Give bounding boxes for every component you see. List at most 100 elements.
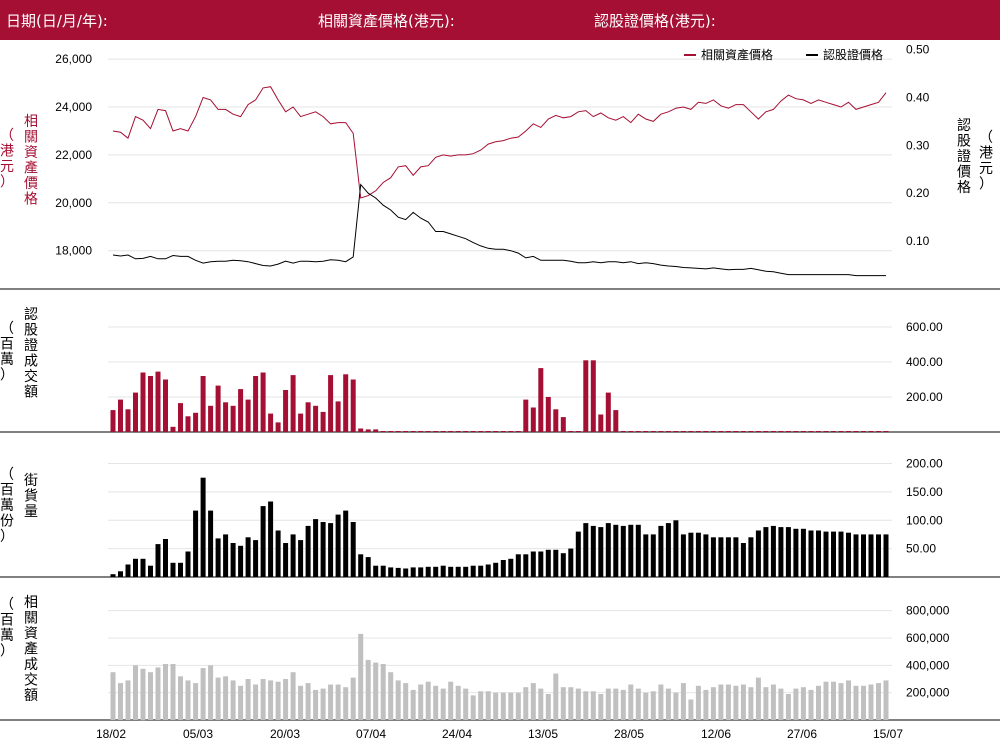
outstanding-bar (650, 534, 656, 577)
bar-tick-label: 200.00 (906, 457, 943, 471)
asset-turnover-bar (583, 691, 589, 720)
asset-turnover-bar (530, 683, 536, 720)
asset-turnover-bar (658, 684, 664, 720)
asset-turnover-bar (268, 680, 274, 720)
warrant-turnover-bar (350, 379, 356, 432)
outstanding-bar (523, 554, 529, 577)
warrant-turnover-bar (148, 376, 153, 432)
outstanding-bar (163, 539, 168, 577)
asset-turnover-bar (403, 683, 409, 720)
outstanding-bar (808, 530, 814, 577)
warrant-turnover-bar (748, 431, 754, 432)
outstanding-bar (620, 525, 626, 577)
outstanding-bar (590, 525, 596, 577)
bar-tick-label: 100.00 (906, 513, 943, 527)
outstanding-bar (425, 566, 431, 577)
x-tick-label: 24/04 (442, 727, 472, 741)
outstanding-bar (508, 558, 514, 577)
outstanding-bar (268, 501, 274, 577)
warrant-turnover-bar (733, 431, 739, 432)
outstanding-bar (388, 567, 394, 577)
x-tick-label: 07/04 (356, 727, 386, 741)
outstanding-bar (335, 514, 341, 577)
asset-turnover-bar (876, 683, 881, 720)
asset-turnover-bar (831, 681, 836, 720)
outstanding-bar (605, 523, 611, 577)
asset-turnover-bar (733, 685, 739, 720)
warrant-turnover-bar (785, 431, 791, 432)
info-header: 日期(日/月/年): 相關資產價格(港元): 認股證價格(港元): (0, 0, 1000, 40)
outstanding-bar (883, 534, 889, 577)
asset-turnover-bar (148, 672, 153, 720)
outstanding-bar (733, 537, 739, 577)
warrant-turnover-bar (770, 431, 776, 432)
warrant-turnover-bar (208, 405, 214, 433)
warrant-turnover-bar (118, 399, 123, 432)
date-label: 日期(日/月/年): (6, 12, 108, 30)
asset-turnover-bar (628, 684, 634, 720)
outstanding-bar (298, 540, 304, 577)
outstanding-bar (200, 477, 206, 577)
warrant-turnover-bar (613, 410, 619, 432)
bar-axis-unit: （百萬份） (0, 467, 14, 545)
asset-turnover-bar (185, 680, 191, 720)
asset-turnover-bar (861, 685, 866, 720)
asset-turnover-bar (500, 692, 506, 720)
x-tick-label: 15/07 (873, 727, 903, 741)
asset-turnover-bar (433, 685, 439, 720)
outstanding-bar (793, 528, 799, 577)
asset-turnover-bar (260, 679, 266, 720)
outstanding-bar (208, 510, 214, 577)
warrant-turnover-bar (388, 431, 394, 432)
asset-turnover-bar (665, 688, 671, 720)
asset-turnover-bar (200, 668, 206, 720)
outstanding-bar (868, 534, 874, 577)
warrant-turnover-bar (358, 428, 364, 432)
asset-turnover-bar (703, 689, 709, 720)
asset-turnover-bar (395, 680, 401, 720)
outstanding-bar (328, 523, 334, 577)
warrant-turnover-bar (643, 431, 649, 432)
warrant-turnover-bar (575, 431, 581, 432)
warrant-turnover-bar (703, 431, 709, 432)
right-axis-title: 認股證價格 (957, 118, 971, 196)
asset-turnover-bar (178, 676, 183, 720)
outstanding-bar (493, 562, 499, 577)
outstanding-bar (710, 537, 716, 577)
asset-turnover-bar (485, 691, 491, 720)
outstanding-bar (823, 531, 829, 577)
outstanding-bar (230, 543, 236, 577)
warrant-turnover-bar (140, 372, 146, 432)
warrant-turnover-bar (500, 431, 506, 432)
outstanding-bar (305, 525, 311, 577)
outstanding-bar (568, 548, 574, 577)
asset-turnover-bar (455, 685, 461, 720)
warrant-turnover-bar (170, 426, 176, 433)
bar-axis-title: 街貨量 (24, 473, 38, 520)
outstanding-bar (118, 571, 123, 577)
x-tick-label: 28/05 (614, 727, 644, 741)
warrant-turnover-bar (335, 401, 341, 432)
asset-turnover-bar (230, 680, 236, 720)
bar-tick-label: 600,000 (906, 631, 950, 645)
outstanding-bar (470, 565, 476, 577)
asset-turnover-bar (680, 683, 686, 720)
outstanding-bar (365, 557, 371, 577)
warrant-turnover-bar (523, 399, 529, 432)
asset-turnover-bar (275, 681, 281, 720)
outstanding-bar (358, 554, 364, 577)
warrant-turnover-bar (725, 431, 731, 432)
warrant-turnover-bar (688, 431, 694, 432)
warrant-turnover-bar (673, 431, 679, 432)
warrant-turnover-bar (846, 431, 851, 432)
warrant-turnover-bar (590, 360, 596, 433)
asset-turnover-bar (553, 673, 559, 720)
warrant-turnover-bar (245, 399, 251, 432)
warrant-turnover-bar (463, 431, 469, 432)
left-tick-label: 24,000 (55, 100, 92, 114)
x-tick-label: 20/03 (270, 727, 300, 741)
asset-turnover-bar (748, 687, 754, 720)
right-tick-label: 0.40 (906, 90, 930, 104)
outstanding-bar (320, 522, 326, 577)
outstanding-bar (253, 540, 259, 577)
